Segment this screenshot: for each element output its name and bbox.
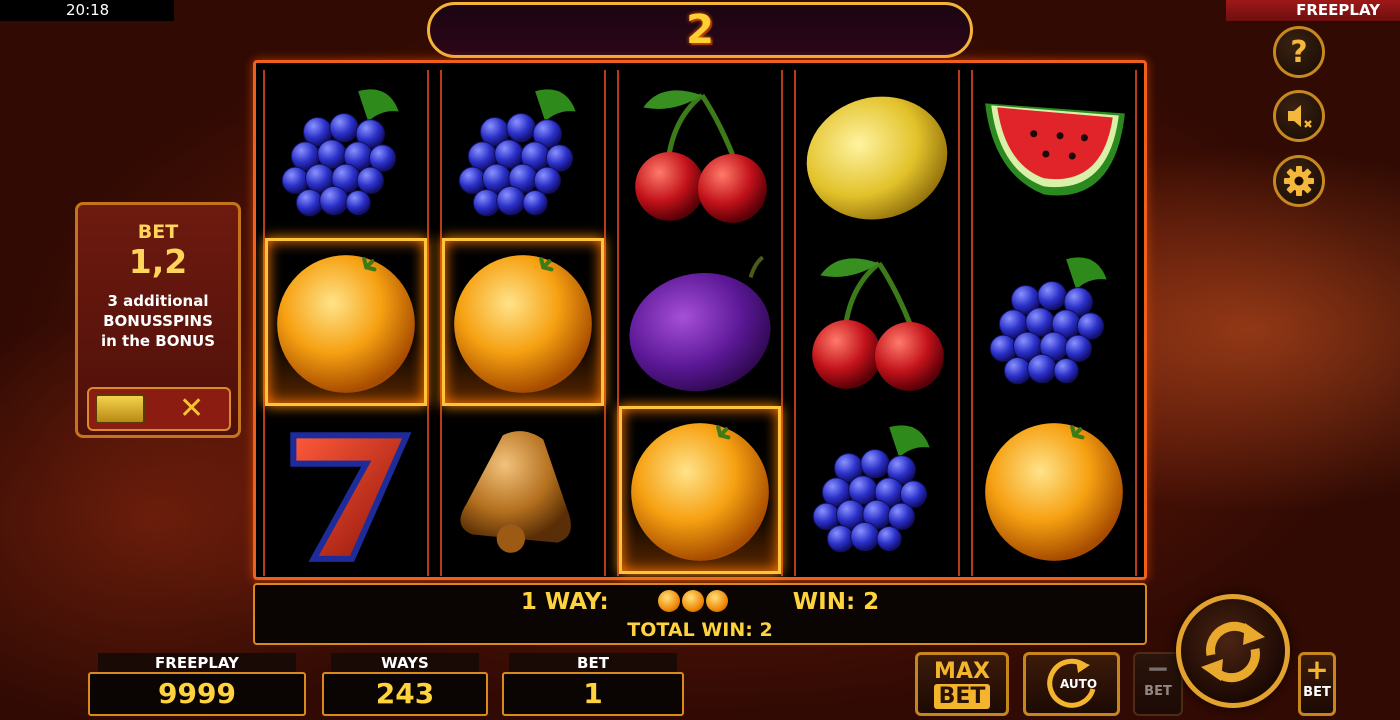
autoplay-button[interactable]: AUTO [1023,652,1120,716]
question-icon: ? [1290,34,1308,70]
bet-label: BET [509,653,677,673]
minus-icon: − [1146,652,1170,685]
ways-label: WAYS [331,653,479,673]
bonus-bet-panel: BET 1,2 3 additional BONUSSPINS in the B… [75,202,241,438]
sound-button[interactable] [1273,90,1325,142]
decrease-bet-button[interactable]: − BET [1133,652,1183,716]
ways-value: 243 [322,672,488,716]
symbol-lemon [792,70,962,238]
symbol-watermelon [973,70,1135,238]
freeplay-label: FREEPLAY [98,653,296,673]
autoplay-label: AUTO [1060,677,1098,691]
win-text: WIN: 2 [792,589,880,615]
increase-bet-label: BET [1303,685,1331,700]
freeplay-balance: 9999 [88,672,306,716]
plus-icon: + [1305,653,1329,686]
close-icon: ✕ [179,391,205,426]
speaker-muted-icon [1288,105,1312,128]
reel-5 [971,70,1137,576]
bonus-spin-counter: 2 [427,2,973,58]
bet-panel-title: BET [137,221,179,243]
ways-text: 1 WAY: [520,589,609,615]
symbol-grapes [796,406,958,574]
spin-button[interactable] [1176,594,1290,708]
symbol-cherries [796,238,958,406]
symbol-grapes [265,70,427,238]
orange-icon [657,590,680,612]
bet-panel-line3: in the BONUS [100,332,215,350]
settings-button[interactable] [1273,155,1325,207]
clock: 20:18 [0,0,174,21]
decrease-bet-label: BET [1144,684,1172,699]
win-info-bar: 1 WAY: WIN: 2 TOTAL WIN: 2 [253,583,1147,645]
symbol-grapes [442,70,604,238]
spin-arrows-icon [1201,621,1265,683]
toggle-knob[interactable] [95,394,145,424]
max-bet-label-bottom: BET [934,684,990,709]
reel-2 [440,70,606,576]
counter-value: 2 [686,7,714,53]
reel-4 [792,70,962,576]
reel-3 [617,70,783,576]
symbol-grapes [973,238,1135,406]
symbol-orange [973,406,1135,574]
freeplay-mode-tag: FREEPLAY [1226,0,1400,21]
max-bet-label-top: MAX [934,659,990,684]
bet-panel-line1: 3 additional [107,292,209,310]
max-bet-button[interactable]: MAX BET [915,652,1009,716]
reel-1 [263,70,429,576]
bonus-toggle[interactable]: ✕ [87,387,231,431]
help-button[interactable]: ? [1273,26,1325,78]
symbol-orange [442,238,604,406]
gear-icon [1284,166,1314,196]
symbol-plum [619,238,781,406]
symbol-orange [619,406,781,574]
symbol-cherries [619,70,781,238]
bet-panel-line2: BONUSSPINS [103,312,213,330]
symbol-bell [442,406,604,574]
orange-icon [705,590,728,612]
symbol-seven [265,406,427,574]
bet-panel-value: 1,2 [128,242,188,281]
total-win-text: TOTAL WIN: 2 [627,619,773,641]
increase-bet-button[interactable]: + BET [1298,652,1336,716]
bet-value: 1 [502,672,684,716]
orange-icon [681,590,704,612]
reel-grid [253,60,1147,580]
symbol-orange [265,238,427,406]
